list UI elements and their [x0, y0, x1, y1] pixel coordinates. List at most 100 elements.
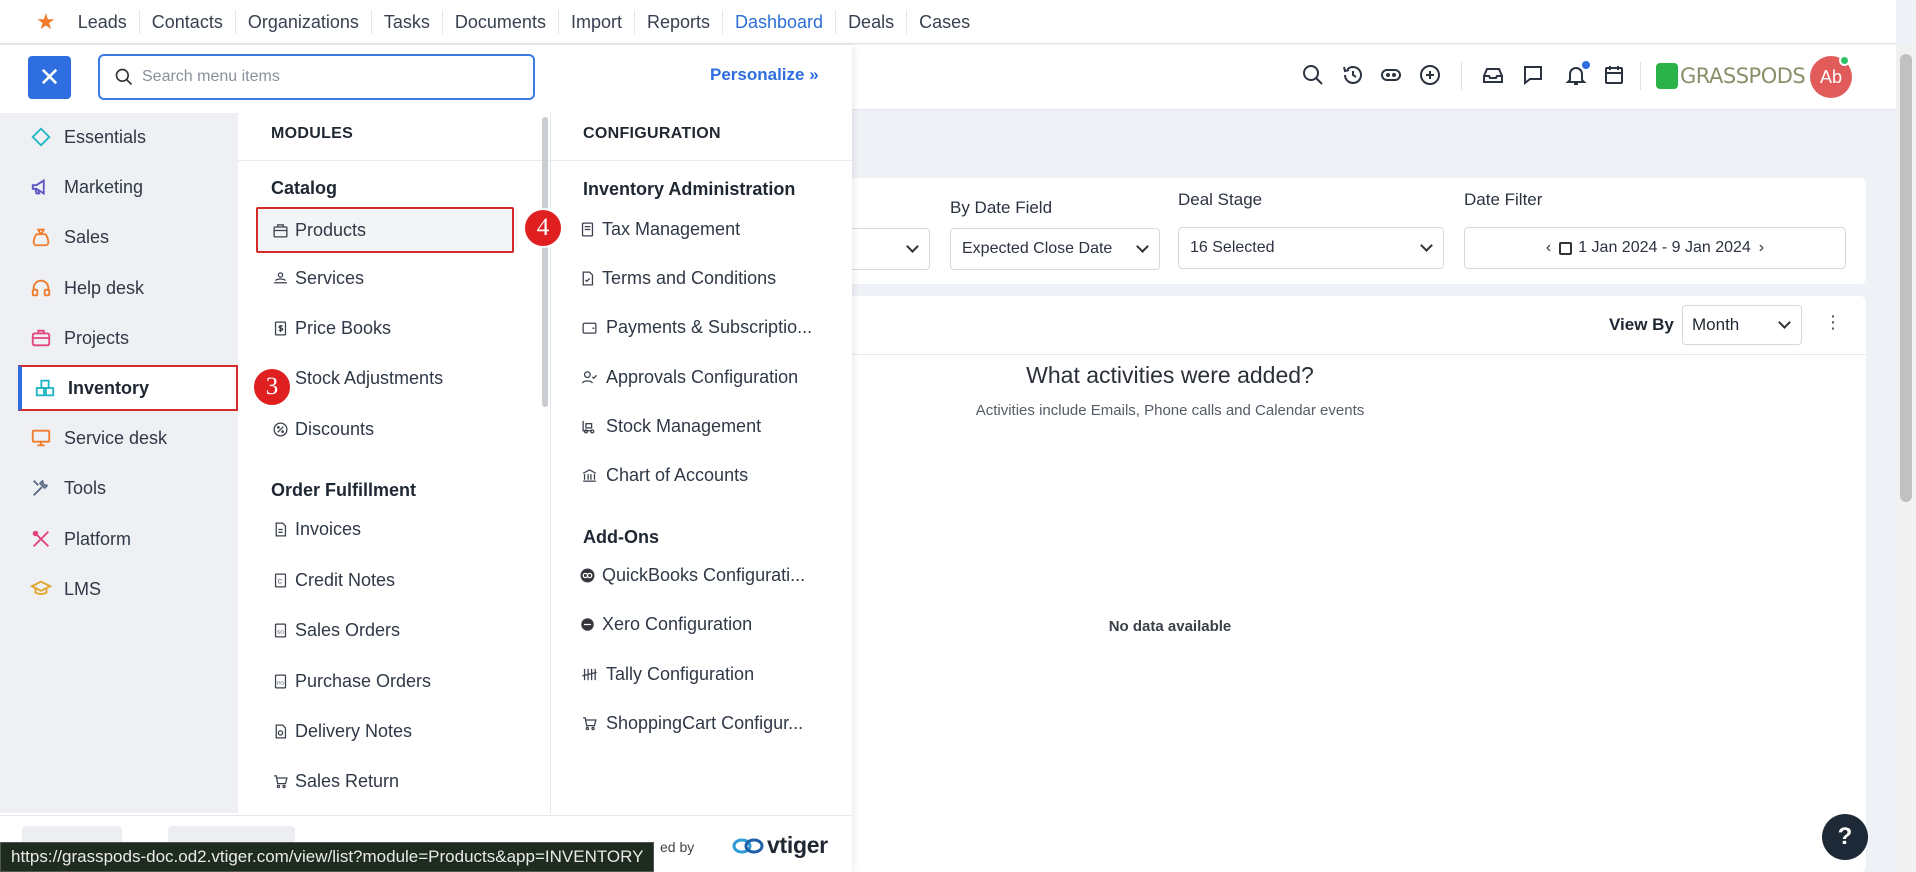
chevron-left-icon[interactable]: ‹: [1546, 239, 1551, 257]
nav-tasks[interactable]: Tasks: [372, 9, 443, 34]
nav-dashboard[interactable]: Dashboard: [723, 9, 837, 34]
money-bag-icon: [30, 226, 52, 248]
module-label: Products: [295, 219, 367, 240]
cart-icon: [578, 715, 600, 733]
module-credit-notes[interactable]: C Credit Notes: [271, 570, 395, 591]
personalize-link[interactable]: Personalize »: [710, 65, 819, 85]
config-terms-conditions[interactable]: Terms and Conditions: [578, 268, 776, 289]
online-status-dot: [1839, 55, 1850, 66]
app-sales[interactable]: Sales: [18, 215, 238, 259]
module-delivery-notes[interactable]: Delivery Notes: [271, 721, 412, 742]
addons-title: Add-Ons: [583, 527, 659, 547]
module-sales-return[interactable]: Sales Return: [271, 771, 399, 792]
config-stock-management[interactable]: Stock Management: [578, 416, 761, 437]
app-essentials[interactable]: Essentials: [18, 115, 238, 159]
app-platform[interactable]: Platform: [18, 517, 238, 561]
app-inventory[interactable]: Inventory: [18, 365, 238, 411]
nav-cases[interactable]: Cases: [907, 10, 982, 34]
nav-organizations[interactable]: Organizations: [236, 9, 372, 34]
close-menu-button[interactable]: ✕: [28, 56, 71, 99]
chat-icon[interactable]: [1520, 62, 1546, 88]
module-label: Discounts: [295, 419, 375, 439]
inbox-icon[interactable]: [1480, 62, 1506, 88]
config-chart-of-accounts[interactable]: Chart of Accounts: [578, 465, 748, 486]
config-label: Stock Management: [606, 416, 762, 436]
chevron-down-icon: [1136, 240, 1149, 253]
module-stock-adjustments[interactable]: Stock Adjustments: [271, 368, 443, 389]
config-label: Tax Management: [602, 219, 741, 239]
menu-top-bar: ✕ Personalize »: [0, 45, 852, 113]
history-icon[interactable]: [1340, 62, 1366, 88]
help-icon[interactable]: ?: [1822, 814, 1868, 860]
by-date-field-label: By Date Field: [950, 198, 1053, 217]
config-tally[interactable]: Tally Configuration: [578, 664, 754, 685]
nav-leads[interactable]: Leads: [66, 9, 140, 34]
page-scrollbar[interactable]: [1896, 44, 1916, 872]
module-label: Sales Return: [295, 771, 400, 791]
cart-return-icon: [271, 773, 289, 791]
deal-stage-label: Deal Stage: [1178, 190, 1263, 209]
xero-icon: [578, 616, 596, 634]
app-tools[interactable]: Tools: [18, 466, 238, 510]
module-price-books[interactable]: Price Books: [271, 318, 391, 339]
modules-scrollbar[interactable]: [542, 117, 548, 407]
chevron-right-icon[interactable]: ›: [1759, 239, 1764, 257]
by-date-field-select[interactable]: Expected Close Date: [950, 228, 1160, 270]
gamepad-icon[interactable]: [1378, 62, 1404, 88]
star-icon[interactable]: ★: [36, 9, 56, 35]
app-label: Marketing: [64, 176, 144, 197]
menu-search-input[interactable]: [142, 68, 522, 86]
wrench-icon: [30, 528, 52, 550]
search-icon[interactable]: [1300, 62, 1326, 88]
config-label: Tally Configuration: [606, 664, 755, 684]
view-by-select[interactable]: Month: [1682, 305, 1802, 345]
chevron-down-icon: [1778, 316, 1791, 329]
graduation-cap-icon: [30, 578, 52, 600]
nav-deals[interactable]: Deals: [836, 9, 908, 34]
more-options-icon[interactable]: ⋮: [1824, 312, 1842, 333]
menu-search[interactable]: [98, 54, 535, 100]
deal-stage-value: 16 Selected: [1190, 239, 1275, 256]
app-lms[interactable]: LMS: [18, 567, 238, 611]
add-circle-icon[interactable]: [1417, 62, 1443, 88]
module-discounts[interactable]: Discounts: [271, 419, 374, 440]
nav-import[interactable]: Import: [559, 9, 635, 34]
config-approvals[interactable]: Approvals Configuration: [578, 367, 798, 388]
quickbooks-icon: [578, 567, 596, 585]
nav-contacts[interactable]: Contacts: [140, 9, 236, 34]
module-products[interactable]: Products: [256, 207, 514, 253]
no-data-message: No data available: [1108, 618, 1232, 635]
vtiger-mark-icon: [732, 838, 764, 853]
module-purchase-orders[interactable]: PO Purchase Orders: [271, 671, 431, 692]
modules-column: MODULES Catalog Products Services Price …: [238, 113, 550, 813]
config-shoppingcart[interactable]: ShoppingCart Configur...: [578, 713, 803, 734]
app-service-desk[interactable]: Service desk: [18, 416, 238, 460]
nav-reports[interactable]: Reports: [635, 9, 723, 34]
by-date-field-value: Expected Close Date: [962, 240, 1113, 257]
config-tax-management[interactable]: Tax Management: [578, 219, 740, 240]
date-filter-range[interactable]: ‹ 1 Jan 2024 - 9 Jan 2024 ›: [1464, 227, 1846, 269]
config-quickbooks[interactable]: QuickBooks Configurati...: [578, 565, 805, 586]
module-sales-orders[interactable]: SO Sales Orders: [271, 620, 400, 641]
boxes-icon: [34, 377, 56, 399]
config-label: ShoppingCart Configur...: [606, 713, 804, 733]
config-xero[interactable]: Xero Configuration: [578, 614, 752, 635]
module-invoices[interactable]: Invoices: [271, 519, 361, 540]
invoice-icon: [271, 521, 289, 539]
app-marketing[interactable]: Marketing: [18, 165, 238, 209]
tools-icon: [30, 477, 52, 499]
config-label: Terms and Conditions: [602, 268, 777, 288]
discount-icon: [271, 421, 289, 439]
diamond-icon: [30, 126, 52, 148]
app-projects[interactable]: Projects: [18, 316, 238, 360]
view-by-label: View By: [1609, 315, 1674, 334]
nav-documents[interactable]: Documents: [443, 9, 559, 34]
user-check-icon: [578, 369, 600, 387]
calendar-icon[interactable]: [1601, 62, 1627, 88]
briefcase-icon: [30, 327, 52, 349]
config-payments-subscriptions[interactable]: Payments & Subscriptio...: [578, 317, 812, 338]
app-help-desk[interactable]: Help desk: [18, 266, 238, 310]
services-icon: [271, 270, 289, 288]
deal-stage-select[interactable]: 16 Selected: [1178, 227, 1444, 269]
module-services[interactable]: Services: [271, 268, 364, 289]
